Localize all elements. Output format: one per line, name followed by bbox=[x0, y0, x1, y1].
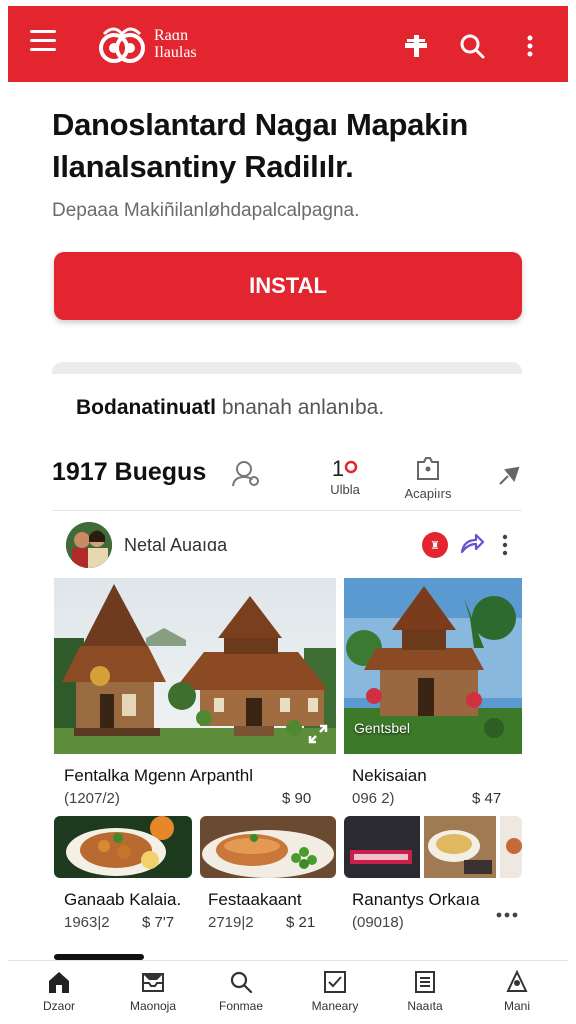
listing-price: $ 47 bbox=[472, 790, 502, 807]
menu-icon[interactable] bbox=[30, 30, 56, 52]
page-subtitle: Depaaa Makiñilanløhdapalcalpagna. bbox=[52, 200, 360, 221]
nav-label: Fonmae bbox=[218, 999, 264, 1013]
stat-location-value: 1 bbox=[331, 456, 345, 481]
checkbox-icon bbox=[324, 971, 346, 993]
listing-meta: 096 2) bbox=[352, 790, 395, 807]
listing-image bbox=[200, 816, 336, 878]
nav-label: Mani bbox=[503, 999, 530, 1013]
listing-card[interactable]: Ganaab Kalaia. 1963|2 $ 7'7 bbox=[54, 816, 192, 944]
listing-meta: 1963|2 bbox=[64, 914, 110, 931]
status-badge[interactable]: ♜ bbox=[422, 532, 448, 558]
home-icon bbox=[49, 972, 69, 993]
listing-card[interactable]: Ranantys Orkaıa (09018) bbox=[344, 816, 522, 944]
listing-overlay-label: Gentsbel bbox=[354, 720, 411, 736]
post-author[interactable]: Netal Auaıɑa bbox=[124, 535, 227, 556]
bottom-nav: Dzaor Maonoja Fonmae Maneary Naaıta Mani bbox=[8, 960, 568, 1024]
avatar-image bbox=[66, 522, 112, 568]
nav-item-search[interactable]: Fonmae bbox=[198, 969, 284, 1013]
listing-meta: (09018) bbox=[352, 914, 404, 931]
listing-meta: 2719|2 bbox=[208, 914, 254, 931]
listing-image bbox=[344, 816, 522, 878]
tagline-strong: Bodanatinuatl bbox=[76, 396, 216, 419]
pin-arrow-icon[interactable] bbox=[496, 462, 522, 488]
add-icon[interactable] bbox=[402, 32, 430, 60]
listing-price: $ 7'7 bbox=[142, 914, 175, 931]
nav-item-inbox[interactable]: Maonoja bbox=[110, 969, 196, 1013]
stat-camera[interactable]: Acapiırs bbox=[396, 456, 460, 501]
page-title: Danoslantard Nagaı Mapakin Ilanalsantiny… bbox=[52, 107, 468, 184]
listing-title: Ganaab Kalaia. bbox=[64, 890, 182, 909]
listing-price: $ 90 bbox=[282, 790, 312, 807]
more-horizontal-icon[interactable] bbox=[496, 912, 518, 918]
top-app-bar: Raɑn Ilaulas bbox=[8, 6, 568, 82]
listing-title: Fentalka Mgenn Arpanthl bbox=[64, 766, 254, 785]
listing-card[interactable]: Gentsbel Nekisaian 096 2) $ 47 bbox=[344, 578, 522, 810]
nav-item-checkbox[interactable]: Maneary bbox=[292, 969, 378, 1013]
nav-item-profile[interactable]: Mani bbox=[474, 969, 560, 1013]
user-search-icon bbox=[232, 461, 259, 487]
nav-item-list[interactable]: Naaıta bbox=[382, 969, 468, 1013]
search-icon[interactable] bbox=[458, 32, 486, 60]
share-icon[interactable] bbox=[458, 530, 486, 558]
logo-text: Raɑn Ilaulas bbox=[154, 27, 197, 61]
stat-user-search[interactable] bbox=[226, 458, 266, 492]
profile-icon bbox=[506, 969, 528, 992]
listing-title: Ranantys Orkaıa bbox=[352, 890, 480, 909]
location-pin-icon bbox=[344, 460, 358, 474]
stat-camera-label: Acapiırs bbox=[404, 486, 452, 501]
divider bbox=[52, 510, 522, 511]
stat-location[interactable]: 1 Ulbla bbox=[318, 456, 372, 497]
list-icon bbox=[415, 971, 435, 993]
expand-icon[interactable] bbox=[306, 722, 330, 746]
more-vertical-icon[interactable] bbox=[516, 32, 544, 60]
nav-label: Maonoja bbox=[129, 999, 177, 1013]
nav-label: Maneary bbox=[311, 999, 359, 1013]
listing-image bbox=[54, 578, 336, 754]
inbox-icon bbox=[142, 973, 164, 992]
listing-title: Nekisaian bbox=[352, 766, 427, 785]
nav-label: Naaıta bbox=[407, 999, 443, 1013]
logo-icon bbox=[99, 27, 145, 63]
search-icon bbox=[230, 971, 253, 994]
camera-frame-icon bbox=[417, 457, 439, 480]
listing-card[interactable]: Fentalka Mgenn Arpanthl (1207/2) $ 90 bbox=[54, 578, 336, 810]
tagline: Bodanatinuatl bnanah anlanıba. bbox=[76, 396, 384, 420]
listing-price: $ 21 bbox=[286, 914, 316, 931]
listing-image bbox=[54, 816, 192, 878]
listing-meta: (1207/2) bbox=[64, 790, 120, 807]
listing-title: Festaakaant bbox=[208, 890, 302, 909]
listing-card[interactable]: Festaakaant 2719|2 $ 21 bbox=[200, 816, 336, 944]
stats-title: 1917 Buegus bbox=[52, 458, 207, 486]
tagline-muted: bnanah anlanıba. bbox=[216, 396, 385, 419]
card-top-edge bbox=[52, 362, 522, 374]
nav-label: Dzaor bbox=[42, 999, 75, 1013]
listing-image: Gentsbel bbox=[344, 578, 522, 754]
post-more-icon[interactable] bbox=[500, 532, 510, 558]
app-logo[interactable]: Raɑn Ilaulas bbox=[94, 22, 197, 66]
install-button[interactable]: INSTAL bbox=[54, 252, 522, 320]
nav-item-home[interactable]: Dzaor bbox=[16, 969, 102, 1013]
avatar[interactable] bbox=[66, 522, 112, 568]
stat-location-label: Ulbla bbox=[330, 482, 360, 497]
